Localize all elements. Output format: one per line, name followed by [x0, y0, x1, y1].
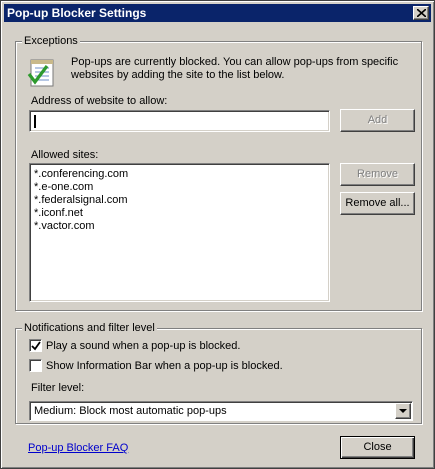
filter-level-value: Medium: Block most automatic pop-ups — [34, 405, 227, 417]
filter-level-dropdown-button[interactable] — [395, 403, 411, 419]
notifications-group-title: Notifications and filter level — [22, 321, 157, 335]
close-button[interactable]: Close — [340, 436, 415, 459]
address-label: Address of website to allow: — [31, 95, 168, 107]
list-item[interactable]: *.e-one.com — [34, 181, 93, 194]
address-input[interactable] — [29, 110, 330, 132]
title-bar[interactable]: Pop-up Blocker Settings — [4, 4, 431, 22]
allowed-sites-list[interactable]: *.conferencing.com *.e-one.com *.federal… — [29, 163, 330, 302]
info-text-line2: websites by adding the site to the list … — [71, 69, 285, 81]
checkmark-icon — [31, 341, 41, 351]
window-close-button[interactable] — [413, 6, 429, 20]
list-item[interactable]: *.iconf.net — [34, 207, 83, 220]
play-sound-checkbox[interactable] — [29, 339, 42, 352]
chevron-down-icon — [399, 409, 407, 413]
filter-level-label: Filter level: — [31, 382, 85, 394]
filter-level-select[interactable]: Medium: Block most automatic pop-ups — [29, 401, 413, 421]
allowed-sites-label: Allowed sites: — [31, 149, 99, 161]
text-caret — [34, 115, 36, 128]
info-text-line1: Pop-ups are currently blocked. You can a… — [71, 56, 399, 68]
list-item[interactable]: *.conferencing.com — [34, 168, 128, 181]
popup-blocker-faq-link[interactable]: Pop-up Blocker FAQ — [28, 442, 128, 455]
close-icon — [417, 9, 426, 17]
remove-all-button[interactable]: Remove all... — [340, 192, 415, 215]
info-bar-checkbox[interactable] — [29, 359, 42, 372]
remove-button[interactable]: Remove — [340, 163, 415, 186]
info-bar-label[interactable]: Show Information Bar when a pop-up is bl… — [46, 360, 283, 373]
list-item[interactable]: *.vactor.com — [34, 220, 95, 233]
exceptions-group-title: Exceptions — [22, 34, 80, 48]
add-button[interactable]: Add — [340, 109, 415, 132]
popup-blocker-dialog: Pop-up Blocker Settings Exceptions Pop-u… — [0, 0, 435, 469]
checklist-icon — [27, 58, 57, 88]
window-title: Pop-up Blocker Settings — [7, 6, 147, 20]
play-sound-label[interactable]: Play a sound when a pop-up is blocked. — [46, 340, 240, 353]
list-item[interactable]: *.federalsignal.com — [34, 194, 128, 207]
